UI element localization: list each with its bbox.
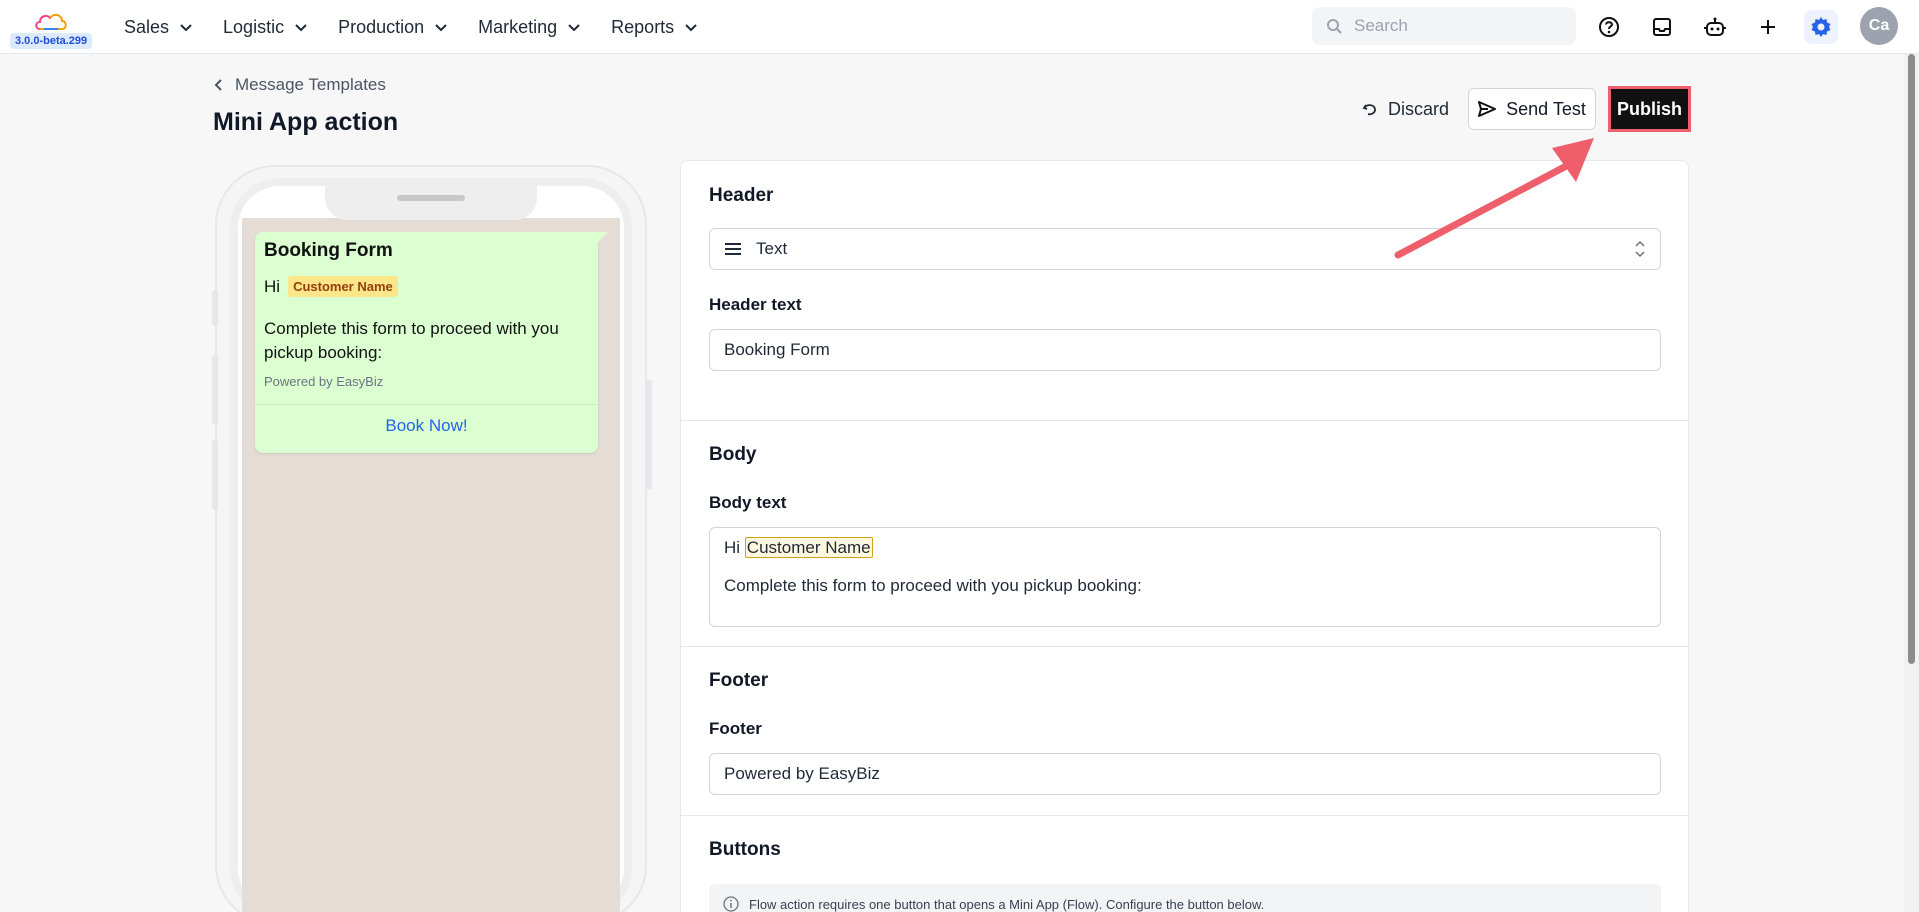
phone-side-button [212, 440, 218, 510]
body-second-line: Complete this form to proceed with you p… [724, 576, 1142, 595]
user-avatar[interactable]: Ca [1860, 7, 1898, 45]
buttons-section-title: Buttons [709, 839, 781, 860]
nav-label: Sales [124, 16, 170, 37]
send-icon [1478, 101, 1497, 117]
footer-value: Powered by EasyBiz [724, 764, 880, 783]
settings-icon [1811, 17, 1831, 37]
info-icon [723, 896, 739, 912]
discard-button[interactable]: Discard [1352, 88, 1459, 130]
body-text-label: Body text [709, 493, 787, 512]
search-placeholder: Search [1354, 16, 1408, 35]
header-text-input[interactable]: Booking Form [709, 329, 1661, 371]
chevron-down-icon [295, 24, 307, 32]
cloud-logo-icon [35, 13, 67, 30]
body-section-title: Body [709, 444, 757, 465]
scrollbar-thumb[interactable] [1908, 54, 1915, 664]
footer-label: Footer [709, 719, 762, 738]
chevron-down-icon [568, 24, 580, 32]
nav-reports[interactable]: Reports [611, 17, 698, 38]
search-icon [1327, 19, 1342, 34]
publish-label: Publish [1616, 98, 1682, 119]
search-input[interactable]: Search [1312, 7, 1576, 45]
page-title: Mini App action [213, 108, 399, 136]
avatar-initials: Ca [1868, 17, 1890, 34]
bot-icon [1704, 17, 1726, 36]
header-text-label: Header text [709, 295, 802, 314]
help-button[interactable] [1592, 10, 1626, 44]
nav-label: Production [338, 16, 425, 37]
preview-variable-chip: Customer Name [288, 276, 398, 297]
nav-label: Logistic [223, 16, 285, 37]
preview-flow-button[interactable]: Book Now! [255, 416, 598, 436]
undo-icon [1362, 104, 1376, 116]
preview-body: Complete this form to proceed with you p… [264, 319, 559, 362]
header-type-select[interactable]: Text [709, 228, 1661, 270]
chevron-down-icon [435, 24, 447, 32]
plus-icon [1761, 20, 1775, 34]
discard-label: Discard [1388, 98, 1450, 119]
nav-production[interactable]: Production [338, 17, 448, 38]
footer-input[interactable]: Powered by EasyBiz [709, 753, 1661, 795]
header-type-value: Text [756, 239, 788, 258]
page-scrollbar[interactable] [1904, 54, 1919, 912]
nav-sales[interactable]: Sales [124, 17, 193, 38]
phone-notch [325, 186, 537, 220]
preview-header: Booking Form [264, 240, 393, 261]
chevron-left-icon [214, 79, 222, 91]
breadcrumb-back-link[interactable]: Message Templates [213, 75, 386, 95]
send-test-button[interactable]: Send Test [1468, 88, 1596, 130]
help-icon [1599, 17, 1619, 37]
footer-section-title: Footer [709, 670, 769, 691]
preview-greeting: Hi [264, 276, 281, 296]
header-section-title: Header [709, 185, 774, 206]
preview-divider [255, 404, 598, 405]
preview-greeting-line: Hi Customer Name [264, 276, 398, 297]
send-test-label: Send Test [1506, 98, 1586, 119]
app-logo[interactable]: 3.0.0-beta.299 [8, 6, 96, 52]
publish-button[interactable]: Publish [1608, 86, 1691, 132]
nav-label: Reports [611, 16, 675, 37]
version-badge: 3.0.0-beta.299 [10, 33, 93, 49]
nav-logistic[interactable]: Logistic [223, 17, 308, 38]
phone-side-button [646, 380, 652, 490]
menu-lines-icon [725, 243, 741, 255]
body-text-input[interactable]: Hi Customer Name Complete this form to p… [709, 527, 1661, 627]
settings-button[interactable] [1804, 10, 1838, 44]
buttons-info-notice: Flow action requires one button that ope… [709, 884, 1661, 912]
phone-speaker [397, 195, 465, 201]
chevron-updown-icon [1635, 240, 1645, 258]
nav-label: Marketing [478, 16, 558, 37]
bot-button[interactable] [1698, 10, 1732, 44]
header-text-value: Booking Form [724, 340, 830, 359]
preview-footer: Powered by EasyBiz [264, 374, 384, 389]
section-divider [681, 815, 1688, 816]
phone-side-button [212, 290, 218, 326]
breadcrumb-label: Message Templates [235, 75, 386, 94]
section-divider [681, 646, 1688, 647]
body-greeting: Hi [724, 538, 741, 557]
add-button[interactable] [1751, 10, 1785, 44]
inbox-icon [1653, 18, 1671, 36]
chevron-down-icon [685, 24, 697, 32]
main-nav: Sales Logistic Production Marketing Repo… [124, 0, 698, 54]
section-divider [681, 420, 1688, 421]
top-navigation-bar: 3.0.0-beta.299 Sales Logistic Production… [0, 0, 1919, 54]
inbox-button[interactable] [1645, 10, 1679, 44]
nav-marketing[interactable]: Marketing [478, 17, 581, 38]
body-variable-chip[interactable]: Customer Name [744, 537, 873, 558]
buttons-info-text: Flow action requires one button that ope… [749, 896, 1265, 912]
chevron-down-icon [180, 24, 192, 32]
body-first-line: Hi Customer Name [724, 537, 873, 558]
phone-side-button [212, 355, 218, 425]
